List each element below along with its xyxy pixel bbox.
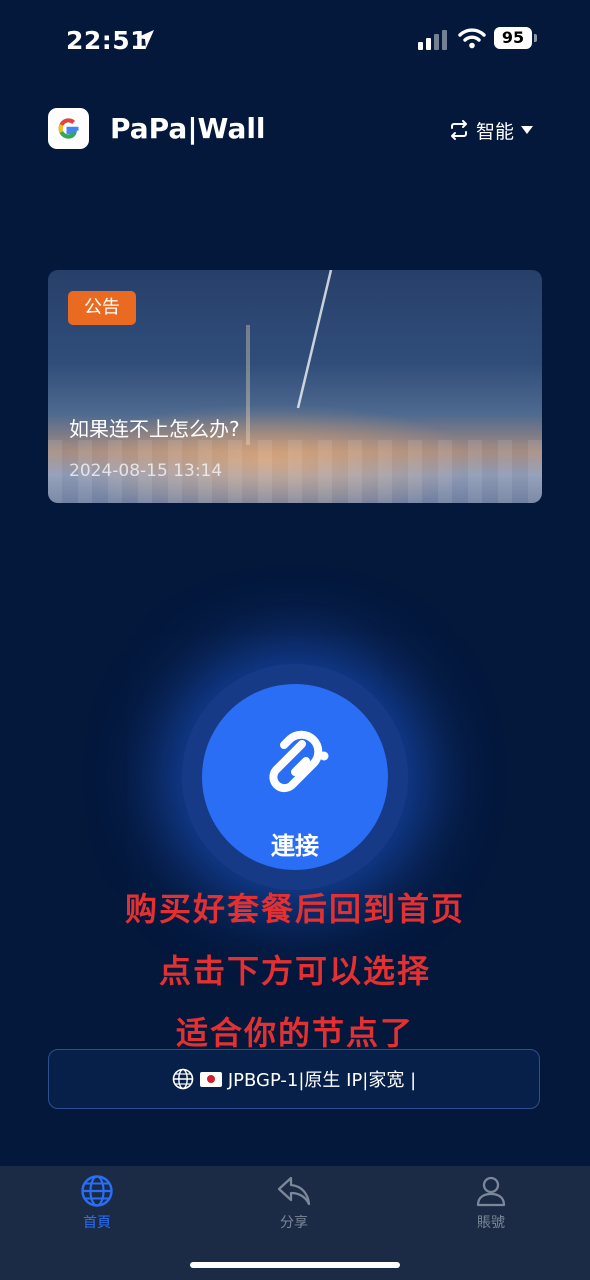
switch-arrows-icon <box>451 120 467 140</box>
user-icon <box>476 1176 506 1207</box>
app-title: PaPa|Wall <box>110 112 266 145</box>
globe-icon <box>172 1068 194 1090</box>
home-indicator[interactable] <box>190 1262 400 1268</box>
routing-mode-label: 智能 <box>476 120 515 143</box>
wifi-icon <box>458 28 486 49</box>
tab-home-label: 首頁 <box>83 1215 111 1231</box>
battery-tip <box>534 34 537 42</box>
app-logo <box>48 108 89 149</box>
node-selector-content: JPBGP-1|原生 IP|家宽 | <box>49 1050 539 1108</box>
app-header: PaPa|Wall 智能 <box>0 100 590 160</box>
tab-account-label: 賬號 <box>477 1215 505 1231</box>
globe-icon <box>81 1175 113 1207</box>
battery-level: 95 <box>494 27 532 49</box>
google-logo-icon <box>58 118 79 139</box>
node-name: JPBGP-1|原生 IP|家宽 | <box>227 1070 417 1091</box>
cellular-signal-icon <box>418 30 447 50</box>
tab-share[interactable]: 分享 <box>234 1174 354 1234</box>
japan-flag-icon <box>199 1071 222 1087</box>
share-icon <box>277 1176 311 1206</box>
instruction-line-2: 点击下方可以选择 <box>158 952 431 990</box>
tab-home[interactable]: 首頁 <box>37 1174 157 1234</box>
status-bar: 22:51 95 <box>0 0 590 80</box>
node-selector[interactable]: JPBGP-1|原生 IP|家宽 | <box>48 1049 540 1109</box>
paperclip-link-icon <box>269 730 329 793</box>
announcement-date: 2024-08-15 13:14 <box>69 461 223 481</box>
instruction-line-1: 购买好套餐后回到首页 <box>124 890 465 928</box>
announcement-badge: 公告 <box>68 291 136 325</box>
announcement-card[interactable]: 公告 如果连不上怎么办? 2024-08-15 13:14 <box>48 270 542 503</box>
location-arrow-icon <box>136 30 154 48</box>
connect-button[interactable]: 連接 <box>202 684 388 870</box>
tab-share-label: 分享 <box>280 1215 308 1231</box>
battery-indicator: 95 <box>494 27 538 51</box>
announcement-title: 如果连不上怎么办? <box>69 417 240 441</box>
instruction-line-3: 适合你的节点了 <box>175 1014 414 1052</box>
tab-account[interactable]: 賬號 <box>431 1174 551 1234</box>
connect-label: 連接 <box>271 832 319 860</box>
routing-mode-selector[interactable]: 智能 <box>448 116 534 144</box>
caret-down-icon <box>521 126 534 134</box>
